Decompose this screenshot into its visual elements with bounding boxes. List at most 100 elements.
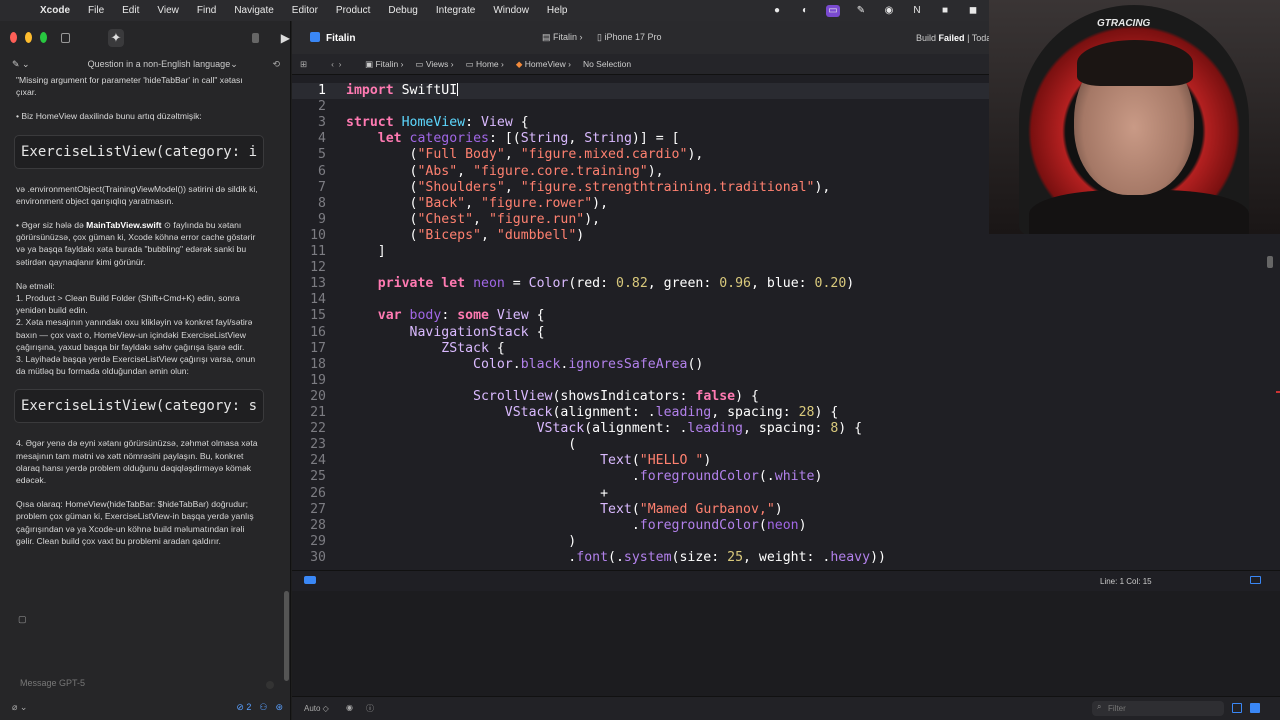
- scheme-selector[interactable]: ▤ Fitalin ›: [542, 32, 583, 43]
- menu-file[interactable]: File: [88, 5, 104, 16]
- run-button[interactable]: ▶: [281, 31, 290, 45]
- split-left-icon[interactable]: [1232, 703, 1242, 713]
- comment-icon[interactable]: ▢: [18, 614, 27, 625]
- users-icon[interactable]: ⚇: [259, 702, 267, 713]
- breadcrumb-selection[interactable]: No Selection: [583, 59, 631, 69]
- code-line[interactable]: 21 VStack(alignment: .leading, spacing: …: [292, 405, 1252, 421]
- variables-scope-selector[interactable]: Auto ◇: [304, 704, 329, 713]
- code-line[interactable]: 12: [292, 260, 1252, 276]
- line-number[interactable]: 17: [292, 341, 336, 357]
- minimize-window-button[interactable]: [25, 32, 33, 43]
- n-icon[interactable]: N: [910, 5, 924, 17]
- line-number[interactable]: 26: [292, 486, 336, 502]
- breadcrumb-folder-views[interactable]: ▭ Views ›: [415, 59, 453, 70]
- sidebar-toggle-icon[interactable]: [61, 32, 70, 43]
- record-icon[interactable]: ●: [770, 5, 784, 17]
- line-number[interactable]: 13: [292, 276, 336, 292]
- line-number[interactable]: 25: [292, 469, 336, 485]
- settings-icon[interactable]: ⊛: [275, 702, 283, 713]
- line-number[interactable]: 20: [292, 389, 336, 405]
- new-chat-button[interactable]: ✦: [107, 28, 125, 47]
- code-line[interactable]: 13 private let neon = Color(red: 0.82, g…: [292, 276, 1252, 292]
- code-line[interactable]: 18 Color.black.ignoresSafeArea(): [292, 357, 1252, 373]
- pen-icon[interactable]: ✎: [854, 5, 868, 17]
- line-number[interactable]: 10: [292, 228, 336, 244]
- code-line[interactable]: 24 Text("HELLO "): [292, 453, 1252, 469]
- camera-icon[interactable]: ■: [938, 5, 952, 17]
- code-line[interactable]: 20 ScrollView(showsIndicators: false) {: [292, 389, 1252, 405]
- menu-editor[interactable]: Editor: [292, 5, 318, 16]
- menu-window[interactable]: Window: [493, 5, 529, 16]
- build-status[interactable]: Build Failed | Toda: [916, 33, 991, 43]
- line-number[interactable]: 29: [292, 534, 336, 550]
- attach-icon[interactable]: ⌀ ⌄: [12, 702, 27, 713]
- edit-icon[interactable]: ✎ ⌄: [12, 59, 30, 70]
- line-number[interactable]: 11: [292, 244, 336, 260]
- line-number[interactable]: 19: [292, 373, 336, 389]
- code-line[interactable]: 14: [292, 292, 1252, 308]
- code-line[interactable]: 27 Text("Mamed Gurbanov,"): [292, 502, 1252, 518]
- code-line[interactable]: 22 VStack(alignment: .leading, spacing: …: [292, 421, 1252, 437]
- display-icon[interactable]: ▭: [826, 4, 840, 17]
- menu-help[interactable]: Help: [547, 5, 568, 16]
- line-number[interactable]: 12: [292, 260, 336, 276]
- line-number[interactable]: 7: [292, 180, 336, 196]
- breadcrumb-folder-home[interactable]: ▭ Home ›: [466, 59, 504, 70]
- code-line[interactable]: 25 .foregroundColor(.white): [292, 469, 1252, 485]
- info-icon[interactable]: ⓘ: [366, 703, 374, 714]
- line-number[interactable]: 5: [292, 147, 336, 163]
- debug-area-toggle-icon[interactable]: [1250, 576, 1261, 584]
- line-number[interactable]: 30: [292, 550, 336, 566]
- menu-find[interactable]: Find: [197, 5, 216, 16]
- breadcrumb-project[interactable]: ▣ Fitalin ›: [365, 59, 403, 70]
- code-line[interactable]: 15 var body: some View {: [292, 308, 1252, 324]
- line-number[interactable]: 27: [292, 502, 336, 518]
- close-window-button[interactable]: [10, 32, 18, 43]
- message-input[interactable]: Message GPT-5: [8, 673, 283, 695]
- line-number[interactable]: 22: [292, 421, 336, 437]
- send-button[interactable]: [266, 681, 274, 689]
- line-number[interactable]: 8: [292, 196, 336, 212]
- sidebar-scrollbar[interactable]: [284, 591, 289, 681]
- eye-icon[interactable]: ◉: [882, 5, 896, 17]
- related-items-icon[interactable]: ⊞: [300, 59, 307, 70]
- eye-icon[interactable]: ◉: [346, 703, 353, 712]
- line-number[interactable]: 18: [292, 357, 336, 373]
- line-number[interactable]: 24: [292, 453, 336, 469]
- conversation-title[interactable]: Question in a non-English language: [88, 59, 231, 69]
- line-number[interactable]: 16: [292, 325, 336, 341]
- app-icon[interactable]: ◼: [966, 5, 980, 17]
- line-number[interactable]: 21: [292, 405, 336, 421]
- menu-integrate[interactable]: Integrate: [436, 5, 475, 16]
- split-right-icon[interactable]: [1250, 703, 1260, 713]
- stop-button[interactable]: [252, 32, 259, 43]
- breadcrumb-file[interactable]: ◆ HomeView ›: [516, 59, 571, 70]
- menu-view[interactable]: View: [157, 5, 179, 16]
- line-number[interactable]: 23: [292, 437, 336, 453]
- line-number[interactable]: 14: [292, 292, 336, 308]
- filter-input[interactable]: Filter: [1092, 701, 1224, 716]
- line-number[interactable]: 4: [292, 131, 336, 147]
- breakpoints-toggle-icon[interactable]: [304, 576, 316, 584]
- line-number[interactable]: 9: [292, 212, 336, 228]
- debug-console[interactable]: [292, 591, 1280, 696]
- editor-scrollbar[interactable]: [1267, 256, 1273, 268]
- code-snippet[interactable]: ExerciseListView(category: i: [14, 134, 264, 169]
- menu-navigate[interactable]: Navigate: [234, 5, 273, 16]
- file-link-icon[interactable]: ⊙: [164, 220, 171, 230]
- project-name[interactable]: Fitalin: [310, 31, 355, 44]
- code-line[interactable]: 30 .font(.system(size: 25, weight: .heav…: [292, 550, 1252, 566]
- line-number[interactable]: 1: [292, 83, 336, 99]
- code-line[interactable]: 26 +: [292, 486, 1252, 502]
- code-line[interactable]: 16 NavigationStack {: [292, 325, 1252, 341]
- line-number[interactable]: 3: [292, 115, 336, 131]
- menu-app-name[interactable]: Xcode: [40, 5, 70, 16]
- line-number[interactable]: 15: [292, 308, 336, 324]
- screen-share-icon[interactable]: ◐: [798, 5, 812, 17]
- menu-edit[interactable]: Edit: [122, 5, 139, 16]
- code-line[interactable]: 19: [292, 373, 1252, 389]
- line-number[interactable]: 28: [292, 518, 336, 534]
- chevron-down-icon[interactable]: ⌄: [230, 59, 238, 70]
- code-line[interactable]: 29 ): [292, 534, 1252, 550]
- history-icon[interactable]: ⟲: [272, 59, 280, 70]
